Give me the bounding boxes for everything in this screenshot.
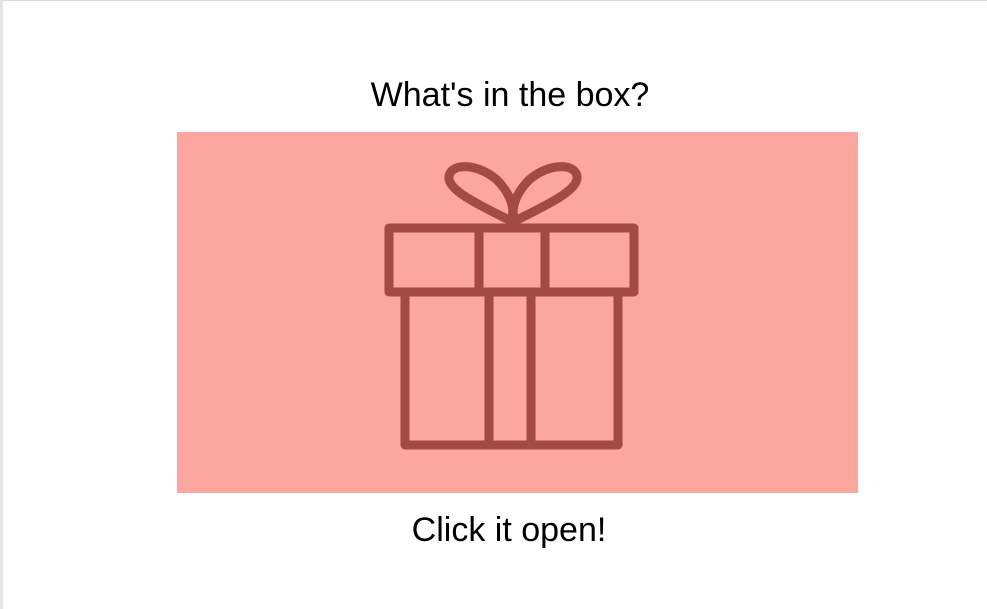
gift-icon — [384, 162, 639, 450]
gift-box-button[interactable] — [177, 132, 858, 493]
page-frame: What's in the box? Click it open! — [0, 0, 987, 609]
page-heading: What's in the box? — [370, 76, 650, 114]
open-instruction: Click it open! — [411, 511, 607, 549]
